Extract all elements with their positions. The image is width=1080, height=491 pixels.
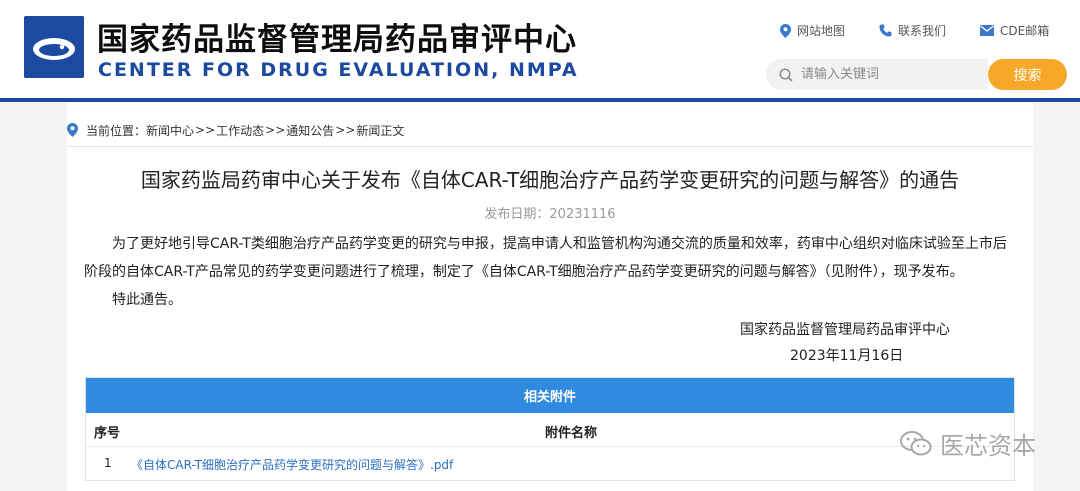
attachments-table: 相关附件 序号 附件名称 1 《自体CAR-T细胞治疗产品药学变更研究的问题与解… <box>85 377 1015 481</box>
column-header-no: 序号 <box>94 426 121 441</box>
sitemap-label: 网站地图 <box>797 24 846 38</box>
site-header: 国家药品监督管理局药品审评中心 CENTER FOR DRUG EVALUATI… <box>0 0 1080 98</box>
location-pin-icon <box>67 123 78 137</box>
contact-label: 联系我们 <box>898 24 947 38</box>
breadcrumb-item-news-center[interactable]: 新闻中心 <box>146 122 194 139</box>
publish-date: 发布日期：20231116 <box>484 207 616 222</box>
site-title: 国家药品监督管理局药品审评中心 <box>97 22 577 58</box>
search-icon <box>779 67 793 82</box>
search-box <box>766 59 988 90</box>
breadcrumb: 当前位置： 新闻中心 >> 工作动态 >> 通知公告 >> 新闻正文 <box>67 120 404 140</box>
attachments-column-headers: 序号 附件名称 <box>86 413 1014 447</box>
mail-icon <box>980 25 995 36</box>
wechat-icon <box>900 430 932 455</box>
email-label: CDE邮箱 <box>1000 24 1050 38</box>
column-header-name: 附件名称 <box>545 426 598 441</box>
location-pin-icon <box>780 23 791 38</box>
email-link[interactable]: CDE邮箱 <box>980 22 1049 39</box>
attachments-header: 相关附件 <box>86 378 1014 413</box>
attachment-link[interactable]: 《自体CAR-T细胞治疗产品药学变更研究的问题与解答》.pdf <box>131 456 453 473</box>
closing-paragraph: 特此通告。 <box>112 292 182 308</box>
phone-icon <box>879 24 892 37</box>
search-input[interactable] <box>801 67 971 82</box>
breadcrumb-item-current: 新闻正文 <box>356 123 405 138</box>
signature-org: 国家药品监督管理局药品审评中心 <box>740 322 950 338</box>
article-title: 国家药监局药审中心关于发布《自体CAR-T细胞治疗产品药学变更研究的问题与解答》… <box>140 168 960 192</box>
breadcrumb-item-notices[interactable]: 通知公告 <box>286 122 334 139</box>
site-subtitle: CENTER FOR DRUG EVALUATION, NMPA <box>98 59 579 81</box>
breadcrumb-item-work-updates[interactable]: 工作动态 <box>216 122 264 139</box>
table-row: 1 《自体CAR-T细胞治疗产品药学变更研究的问题与解答》.pdf <box>86 447 1014 480</box>
breadcrumb-prefix: 当前位置： <box>86 123 147 138</box>
watermark-text: 医芯资本 <box>940 432 1036 460</box>
sitemap-link[interactable]: 网站地图 <box>780 22 845 39</box>
watermark: 医芯资本 <box>900 426 1036 461</box>
cde-logo[interactable] <box>24 16 84 78</box>
contact-link[interactable]: 联系我们 <box>879 22 946 39</box>
search-button[interactable]: 搜索 <box>988 59 1067 90</box>
article-paragraph: 为了更好地引导CAR-T类细胞治疗产品药学变更的研究与申报，提高申请人和监管机构… <box>84 230 1024 286</box>
breadcrumb-separator: >> <box>265 123 286 137</box>
breadcrumb-separator: >> <box>195 123 216 137</box>
main-content: 当前位置： 新闻中心 >> 工作动态 >> 通知公告 >> 新闻正文 国家药监局… <box>67 102 1033 491</box>
paragraph-line: 为了更好地引导CAR-T类细胞治疗产品药学变更的研究与申报，提高申请人和监管机构… <box>112 236 1007 252</box>
breadcrumb-divider <box>67 146 1033 147</box>
top-links: 网站地图 联系我们 CDE邮箱 <box>780 22 1049 39</box>
attachment-index: 1 <box>104 456 112 470</box>
paragraph-line: 阶段的自体CAR-T产品常见的药学变更问题进行了梳理，制定了《自体CAR-T细胞… <box>84 264 964 280</box>
signature-date: 2023年11月16日 <box>790 348 904 364</box>
breadcrumb-separator: >> <box>335 123 356 137</box>
